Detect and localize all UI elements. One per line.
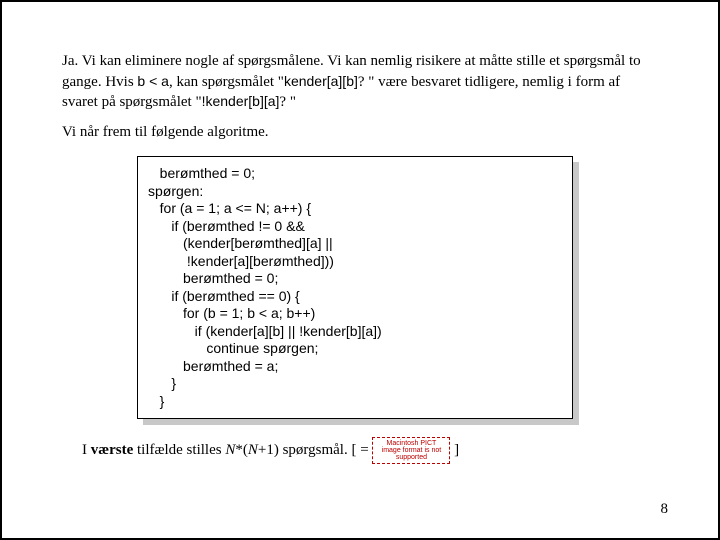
p1-code-3: !kender[b][a]: [202, 93, 280, 109]
code-block: berømthed = 0; spørgen: for (a = 1; a <=…: [137, 156, 573, 419]
pict-placeholder-icon: Macintosh PICT image format is not suppo…: [372, 437, 450, 464]
p1-code-2: kender[a][b]: [284, 73, 358, 89]
footer-i1: N: [225, 442, 235, 458]
footer-pre: I: [82, 442, 91, 458]
footer-exprmid: *(: [235, 442, 248, 458]
footer-exprpost: +1) spørgsmål. [ =: [258, 442, 373, 458]
paragraph-1: Ja. Vi kan eliminere nogle af spørgsmåle…: [62, 52, 658, 113]
footer-line: I værste tilfælde stilles N*(N+1) spørgs…: [62, 437, 658, 464]
page-number: 8: [661, 501, 669, 518]
code-block-wrap: berømthed = 0; spørgen: for (a = 1; a <=…: [137, 156, 573, 419]
p1-text-b: , kan spørgsmålet ": [169, 74, 284, 90]
p1-code-1: b < a: [137, 73, 169, 89]
paragraph-2: Vi når frem til følgende algoritme.: [62, 123, 658, 143]
slide-page: Ja. Vi kan eliminere nogle af spørgsmåle…: [0, 0, 720, 540]
footer-close: ]: [450, 442, 459, 458]
footer-mid1: tilfælde stilles: [133, 442, 225, 458]
footer-i2: N: [248, 442, 258, 458]
p1-text-d: ? ": [279, 94, 296, 110]
footer-bold: værste: [91, 442, 133, 458]
